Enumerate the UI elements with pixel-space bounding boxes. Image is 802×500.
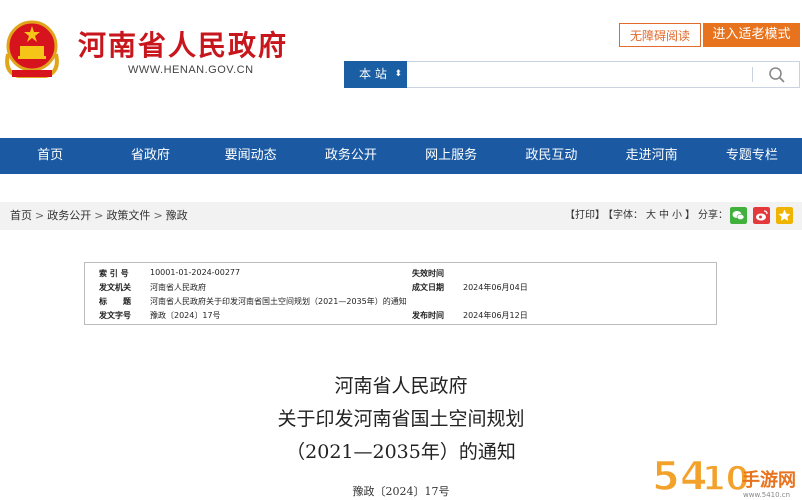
main-nav: 首页 省政府 要闻动态 政务公开 网上服务 政民互动 走进河南 专题专栏 [0, 138, 802, 174]
site-watermark-logo: 54 10 手游网 www.5410.cn [651, 453, 796, 500]
wechat-share-icon[interactable] [730, 207, 747, 224]
nav-item-about-henan[interactable]: 走进河南 [602, 138, 702, 174]
font-medium-button[interactable]: 中 [659, 210, 669, 221]
document-title-line-2: 关于印发河南省国土空间规划 [277, 408, 525, 430]
site-url: WWW.HENAN.GOV.CN [128, 64, 254, 76]
nav-item-online-services[interactable]: 网上服务 [401, 138, 501, 174]
svg-text:54: 54 [652, 454, 708, 500]
nav-item-interaction[interactable]: 政民互动 [501, 138, 601, 174]
accessibility-reading-button[interactable]: 无障碍阅读 [619, 23, 701, 47]
print-button[interactable]: 【打印】 [565, 210, 605, 221]
nav-item-government-affairs[interactable]: 政务公开 [301, 138, 401, 174]
publish-date-value: 2024年06月12日 [463, 311, 528, 320]
document-number-value: 豫政〔2024〕17号 [150, 311, 221, 320]
search-divider [752, 67, 753, 82]
written-date-value: 2024年06月04日 [463, 283, 528, 292]
font-size-label: 【字体： [608, 210, 643, 221]
issuing-agency-label: 发文机关 [99, 283, 131, 292]
national-emblem-icon [5, 20, 59, 78]
font-large-button[interactable]: 大 [646, 210, 656, 221]
search-scope-select[interactable]: 本 站 ⬍ [344, 61, 407, 88]
document-info-table: 索 引 号 10001-01-2024-00277 失效时间 发文机关 河南省人… [84, 262, 717, 325]
issuing-agency-value: 河南省人民政府 [150, 283, 206, 292]
title-label: 标 题 [99, 297, 131, 306]
breadcrumb-item-home[interactable]: 首页 [10, 209, 32, 222]
breadcrumb-separator: > [35, 209, 45, 222]
breadcrumb-separator: > [153, 209, 163, 222]
publish-date-label: 发布时间 [412, 311, 444, 320]
index-number-label: 索 引 号 [99, 269, 129, 278]
site-header: 河南省人民政府 WWW.HENAN.GOV.CN 无障碍阅读 进入适老模式 本 … [0, 0, 802, 138]
index-number-value: 10001-01-2024-00277 [150, 268, 241, 277]
svg-text:www.5410.cn: www.5410.cn [743, 491, 790, 499]
site-name[interactable]: 河南省人民政府 [78, 24, 288, 64]
page-tools: 【打印】 【字体：大中小】分享： [565, 202, 731, 230]
nav-item-news[interactable]: 要闻动态 [201, 138, 301, 174]
nav-item-special-topics[interactable]: 专题专栏 [702, 138, 802, 174]
breadcrumb-item-yuzheng[interactable]: 豫政 [166, 209, 188, 222]
font-small-button[interactable]: 小 [672, 210, 682, 221]
share-label: 分享： [698, 210, 728, 221]
breadcrumb: 首页 > 政务公开 > 政策文件 > 豫政 [10, 202, 188, 230]
expiry-time-label: 失效时间 [412, 269, 444, 278]
breadcrumb-item-policy-documents[interactable]: 政策文件 [106, 209, 150, 222]
search-icon[interactable] [766, 64, 788, 86]
search-input[interactable] [407, 61, 800, 88]
weibo-share-icon[interactable] [753, 207, 770, 224]
updown-arrow-icon: ⬍ [394, 69, 402, 79]
nav-item-home[interactable]: 首页 [0, 138, 100, 174]
nav-item-provincial-government[interactable]: 省政府 [100, 138, 200, 174]
font-size-close: 】 [685, 210, 695, 221]
breadcrumb-separator: > [94, 209, 104, 222]
elder-mode-button[interactable]: 进入适老模式 [703, 23, 800, 47]
document-title-line-1: 河南省人民政府 [334, 375, 468, 397]
breadcrumb-bar: 首页 > 政务公开 > 政策文件 > 豫政 【打印】 【字体：大中小】分享： [0, 202, 802, 230]
written-date-label: 成文日期 [412, 283, 444, 292]
breadcrumb-item-government-affairs[interactable]: 政务公开 [47, 209, 91, 222]
svg-text:手游网: 手游网 [742, 469, 796, 491]
qzone-share-icon[interactable] [776, 207, 793, 224]
search-scope-label: 本 站 [359, 67, 387, 81]
title-value: 河南省人民政府关于印发河南省国土空间规划（2021—2035年）的通知 [150, 297, 407, 306]
document-number-label: 发文字号 [99, 311, 131, 320]
